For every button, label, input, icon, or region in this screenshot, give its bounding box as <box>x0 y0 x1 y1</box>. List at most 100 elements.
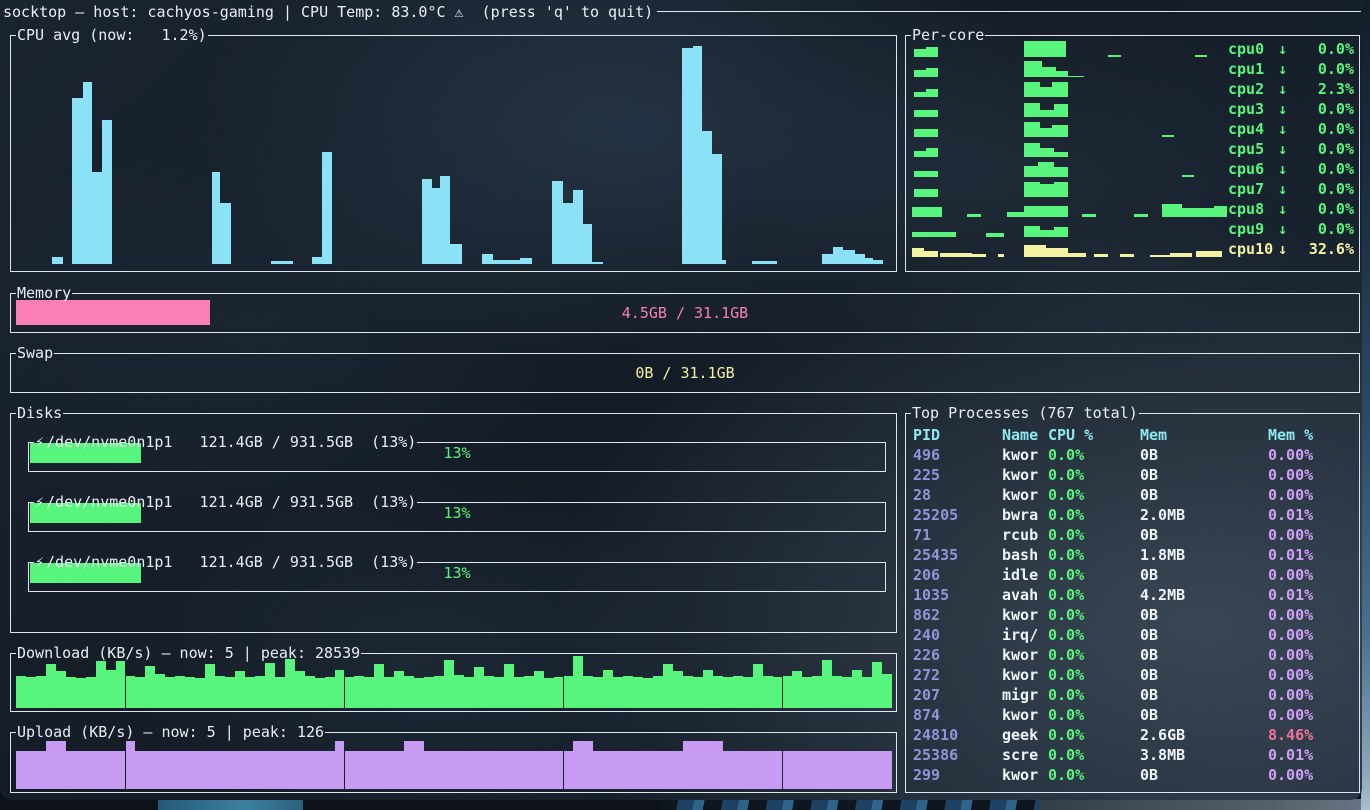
traffic-bar <box>454 751 464 789</box>
traffic-bar <box>783 676 793 708</box>
traffic-bar <box>205 664 215 708</box>
process-mem-pct: 0.01% <box>1268 746 1356 764</box>
core-sparkline <box>912 241 1225 257</box>
core-name: cpu3 <box>1228 100 1278 118</box>
history-bar <box>1040 230 1054 237</box>
traffic-bar <box>295 671 305 708</box>
disk-box-head: ⚡/dev/nvme0n1p1 121.4GB / 931.5GB (13%) <box>28 492 886 512</box>
history-bar <box>855 254 865 264</box>
swap-gauge: 0B / 31.1GB <box>16 360 1354 385</box>
core-row-cpu7: cpu7↓0.0% <box>906 179 1359 199</box>
history-bar <box>1170 253 1192 257</box>
traffic-bar <box>275 677 285 708</box>
process-name: kwor <box>1002 706 1048 724</box>
process-mem: 0B <box>1140 446 1268 464</box>
process-mem-pct: 0.00% <box>1268 466 1356 484</box>
history-bar <box>702 131 712 264</box>
history-bar <box>1196 251 1222 257</box>
traffic-bar <box>802 677 812 708</box>
traffic-bar <box>46 741 56 790</box>
history-bar <box>1042 67 1056 77</box>
process-pid: 496 <box>913 446 1002 464</box>
process-name: kwor <box>1002 666 1048 684</box>
traffic-bar <box>514 751 524 789</box>
process-row: 207migr0.0%0B0.00% <box>913 685 1356 705</box>
traffic-bar <box>673 751 683 789</box>
wallpaper-blue-streaks <box>660 799 1040 810</box>
core-label: cpu3↓0.0% <box>1228 99 1354 119</box>
history-bar <box>72 98 83 265</box>
history-bar <box>1082 214 1096 217</box>
history-bar <box>1214 206 1227 217</box>
history-bar <box>865 258 873 264</box>
traffic-bar <box>86 677 96 708</box>
traffic-bar <box>265 751 275 789</box>
traffic-bar <box>265 663 275 708</box>
traffic-bar <box>155 674 165 708</box>
traffic-bar <box>822 751 832 789</box>
desktop: socktop — host: cachyos-gaming | CPU Tem… <box>0 0 1370 810</box>
process-name: kwor <box>1002 466 1048 484</box>
traffic-bar <box>195 678 205 708</box>
core-sparkline <box>912 61 1225 77</box>
process-row: 1035avah0.0%4.2MB0.01% <box>913 585 1356 605</box>
history-bar <box>1052 82 1068 97</box>
history-bar <box>998 254 1004 257</box>
core-label: cpu1↓0.0% <box>1228 59 1354 79</box>
traffic-bar <box>872 662 882 708</box>
core-row-cpu8: cpu8↓0.0% <box>906 199 1359 219</box>
traffic-bar <box>783 751 793 789</box>
history-bar <box>102 120 112 264</box>
history-bar <box>914 151 926 157</box>
process-cpu-pct: 0.0% <box>1048 646 1140 664</box>
traffic-bar <box>723 677 733 708</box>
process-pid: 25386 <box>913 746 1002 764</box>
wallpaper-slate-patch <box>1040 799 1370 810</box>
process-row: 28kwor0.0%0B0.00% <box>913 485 1356 505</box>
traffic-bar <box>235 671 245 708</box>
traffic-bar <box>514 677 524 708</box>
process-mem-pct: 0.00% <box>1268 766 1356 784</box>
traffic-bar <box>285 751 295 789</box>
traffic-bar <box>145 666 155 708</box>
disk-title: /dev/nvme0n1p1 121.4GB / 931.5GB (13%) <box>45 433 417 451</box>
process-name: kwor <box>1002 486 1048 504</box>
traffic-bar <box>743 751 753 789</box>
traffic-bar <box>374 751 384 789</box>
process-row: 862kwor0.0%0B0.00% <box>913 605 1356 625</box>
traffic-bar <box>155 751 165 789</box>
history-bar <box>912 248 924 257</box>
down-arrow-icon: ↓ <box>1278 140 1293 158</box>
traffic-bar <box>325 677 335 708</box>
traffic-bar <box>394 671 404 708</box>
down-arrow-icon: ↓ <box>1278 120 1293 138</box>
traffic-bar <box>454 675 464 708</box>
traffic-bar <box>76 751 86 789</box>
traffic-bar <box>544 678 554 708</box>
process-row: 25386scre0.0%3.8MB0.01% <box>913 745 1356 765</box>
core-name: cpu10 <box>1228 240 1278 258</box>
core-usage-value: 0.0% <box>1293 160 1354 178</box>
traffic-bar <box>46 664 56 708</box>
download-chart <box>16 656 892 708</box>
traffic-bar <box>464 751 474 789</box>
traffic-bar <box>494 751 504 789</box>
history-bar <box>1195 55 1207 57</box>
process-cpu-pct: 0.0% <box>1048 446 1140 464</box>
traffic-bar <box>822 660 832 708</box>
terminal-screen[interactable]: socktop — host: cachyos-gaming | CPU Tem… <box>0 0 1362 800</box>
core-usage-value: 0.0% <box>1293 220 1354 238</box>
history-bar <box>520 258 532 264</box>
process-mem-pct: 0.00% <box>1268 486 1356 504</box>
traffic-bar <box>434 676 444 708</box>
traffic-bar <box>504 664 514 708</box>
core-row-cpu10: cpu10↓32.6% <box>906 239 1359 259</box>
traffic-bar <box>145 751 155 789</box>
traffic-bar <box>484 676 494 708</box>
core-label: cpu9↓0.0% <box>1228 219 1354 239</box>
core-label: cpu4↓0.0% <box>1228 119 1354 139</box>
traffic-bar <box>245 751 255 789</box>
traffic-bar <box>185 751 195 789</box>
traffic-bar <box>205 751 215 789</box>
traffic-bar <box>852 670 862 708</box>
